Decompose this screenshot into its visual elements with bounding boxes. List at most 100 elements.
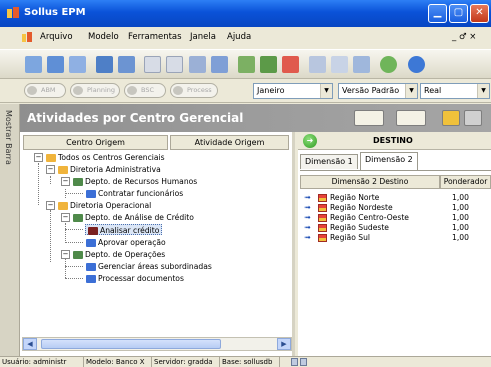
collapse-toggle[interactable]: − (61, 213, 70, 222)
refresh-icon[interactable] (380, 56, 397, 73)
region-weight[interactable]: 1,00 (452, 203, 469, 213)
table-row[interactable]: ➟ Região Sul 1,00 (304, 233, 491, 243)
app-menu-icon[interactable] (22, 32, 33, 43)
tab-dimensao-1[interactable]: Dimensão 1 (300, 154, 358, 169)
maximize-button[interactable]: ▢ (449, 4, 468, 23)
menu-arquivo[interactable]: Arquivo (40, 32, 73, 42)
version-select[interactable]: Versão Padrão ▼ (338, 83, 418, 99)
region-name: Região Norte (330, 193, 380, 202)
tree-item-operacoes[interactable]: Depto. de Operações (73, 249, 165, 260)
apply-icon[interactable]: ➜ (303, 134, 317, 148)
table-row[interactable]: ➟ Região Norte 1,00 (304, 193, 491, 203)
tree-item-label: Contratar funcionários (98, 189, 184, 198)
chevron-down-icon[interactable]: ▼ (320, 84, 332, 98)
menu-bar: Arquivo Modelo Ferramentas Janela Ajuda … (0, 27, 491, 49)
region-weight[interactable]: 1,00 (452, 233, 469, 243)
col-atividade-origem[interactable]: Atividade Origem (170, 135, 289, 150)
menu-janela[interactable]: Janela (190, 32, 216, 42)
collapse-toggle[interactable]: − (61, 177, 70, 186)
chevron-down-icon[interactable]: ▼ (405, 84, 417, 98)
help-icon[interactable] (408, 56, 425, 73)
arrow-right-icon: ➟ (304, 223, 311, 232)
table-row[interactable]: ➟ Região Nordeste 1,00 (304, 203, 491, 213)
collapse-toggle[interactable]: − (61, 250, 70, 259)
tab-dimensao-2[interactable]: Dimensão 2 (360, 152, 418, 170)
close-button[interactable]: ✕ (470, 4, 489, 23)
menu-ferramentas[interactable]: Ferramentas (128, 32, 182, 42)
open-icon[interactable] (25, 56, 42, 73)
menu-modelo[interactable]: Modelo (88, 32, 119, 42)
destination-bar: ➜ DESTINO (298, 132, 491, 150)
preview-icon[interactable] (331, 56, 348, 73)
currency-select[interactable]: Real ▼ (420, 83, 490, 99)
tree-item-label: Aprovar operação (98, 238, 166, 247)
print-icon[interactable] (309, 56, 326, 73)
region-weight[interactable]: 1,00 (452, 223, 469, 233)
save-icon[interactable] (353, 56, 370, 73)
scroll-right-icon[interactable]: ▶ (277, 338, 291, 350)
col-centro-origem[interactable]: Centro Origem (23, 135, 168, 150)
report-icon[interactable] (69, 56, 86, 73)
tree-item-rh[interactable]: Depto. de Recursos Humanos (73, 176, 197, 187)
region-weight[interactable]: 1,00 (452, 213, 469, 223)
col-ponderador[interactable]: Ponderador (440, 175, 491, 189)
link-origin-icon[interactable] (354, 110, 384, 126)
abm-icon (27, 86, 37, 95)
tree-item-processar[interactable]: Processar documentos (86, 273, 184, 284)
collapse-toggle[interactable]: − (46, 201, 55, 210)
tree-item-label: Gerenciar áreas subordinadas (98, 262, 212, 271)
settings-icon[interactable] (464, 110, 482, 126)
menu-ajuda[interactable]: Ajuda (227, 32, 251, 42)
collapse-toggle[interactable]: − (46, 165, 55, 174)
tree-item-credito[interactable]: Depto. de Análise de Crédito (73, 212, 194, 223)
tree-green2-icon[interactable] (260, 56, 277, 73)
status-base: Base: sollusdb (220, 357, 280, 367)
table-row[interactable]: ➟ Região Sudeste 1,00 (304, 223, 491, 233)
minimize-button[interactable]: ▁ (428, 4, 447, 23)
scroll-thumb[interactable] (41, 339, 221, 349)
tree-item-analisar[interactable]: Analisar crédito (85, 224, 163, 235)
status-user: Usuário: administr (0, 357, 84, 367)
horizontal-scrollbar[interactable]: ◀ ▶ (22, 337, 292, 351)
tree-item-label: Analisar crédito (100, 226, 160, 235)
window-title: Sollus EPM (24, 7, 86, 18)
tree-green-icon[interactable] (238, 56, 255, 73)
tools-icon[interactable] (189, 56, 206, 73)
region-weight[interactable]: 1,00 (452, 193, 469, 203)
folder-group-icon (46, 154, 56, 162)
tree-item-dir-oper[interactable]: Diretoria Operacional (58, 200, 151, 211)
scroll-left-icon[interactable]: ◀ (23, 338, 37, 350)
mdi-controls[interactable]: _ ♂ × (452, 32, 476, 42)
col-dimensao-2-destino[interactable]: Dimensão 2 Destino (300, 175, 440, 189)
department-icon (73, 251, 83, 259)
tree-item-todos[interactable]: Todos os Centros Gerenciais (46, 152, 165, 163)
picture-icon[interactable] (211, 56, 228, 73)
model-icon[interactable] (47, 56, 64, 73)
alert-icon[interactable] (282, 56, 299, 73)
month-select[interactable]: Janeiro ▼ (253, 83, 333, 99)
table-row[interactable]: ➟ Região Centro-Oeste 1,00 (304, 213, 491, 223)
abm-button[interactable]: ABM (24, 83, 66, 98)
origin-tree-pane: Centro Origem Atividade Origem − Todos o… (20, 132, 295, 356)
calc-icon[interactable] (166, 56, 183, 73)
process-button[interactable]: Process (170, 83, 218, 98)
form-icon[interactable] (144, 56, 161, 73)
folder-group-icon (58, 202, 68, 210)
tree-item-contratar[interactable]: Contratar funcionários (86, 188, 183, 199)
planning-button[interactable]: Planning (70, 83, 120, 98)
destination-grid: Dimensão 2 Destino Ponderador ➟ Região N… (300, 170, 491, 356)
process-icon (173, 86, 183, 95)
chart-icon[interactable] (442, 110, 460, 126)
tree-item-dir-admin[interactable]: Diretoria Administrativa (58, 164, 161, 175)
chevron-down-icon[interactable]: ▼ (477, 84, 489, 98)
tree-item-gerenciar[interactable]: Gerenciar áreas subordinadas (86, 261, 212, 272)
activity-icon (86, 263, 96, 271)
collapse-toggle[interactable]: − (34, 153, 43, 162)
tree-item-aprovar[interactable]: Aprovar operação (86, 237, 166, 248)
link-destination-icon[interactable] (396, 110, 426, 126)
structure-icon[interactable] (96, 56, 113, 73)
hierarchy-icon[interactable] (118, 56, 135, 73)
tree-item-label: Processar documentos (98, 274, 184, 283)
show-bar-strip[interactable]: Mostrar Barra (0, 104, 20, 356)
bsc-button[interactable]: BSC (124, 83, 166, 98)
